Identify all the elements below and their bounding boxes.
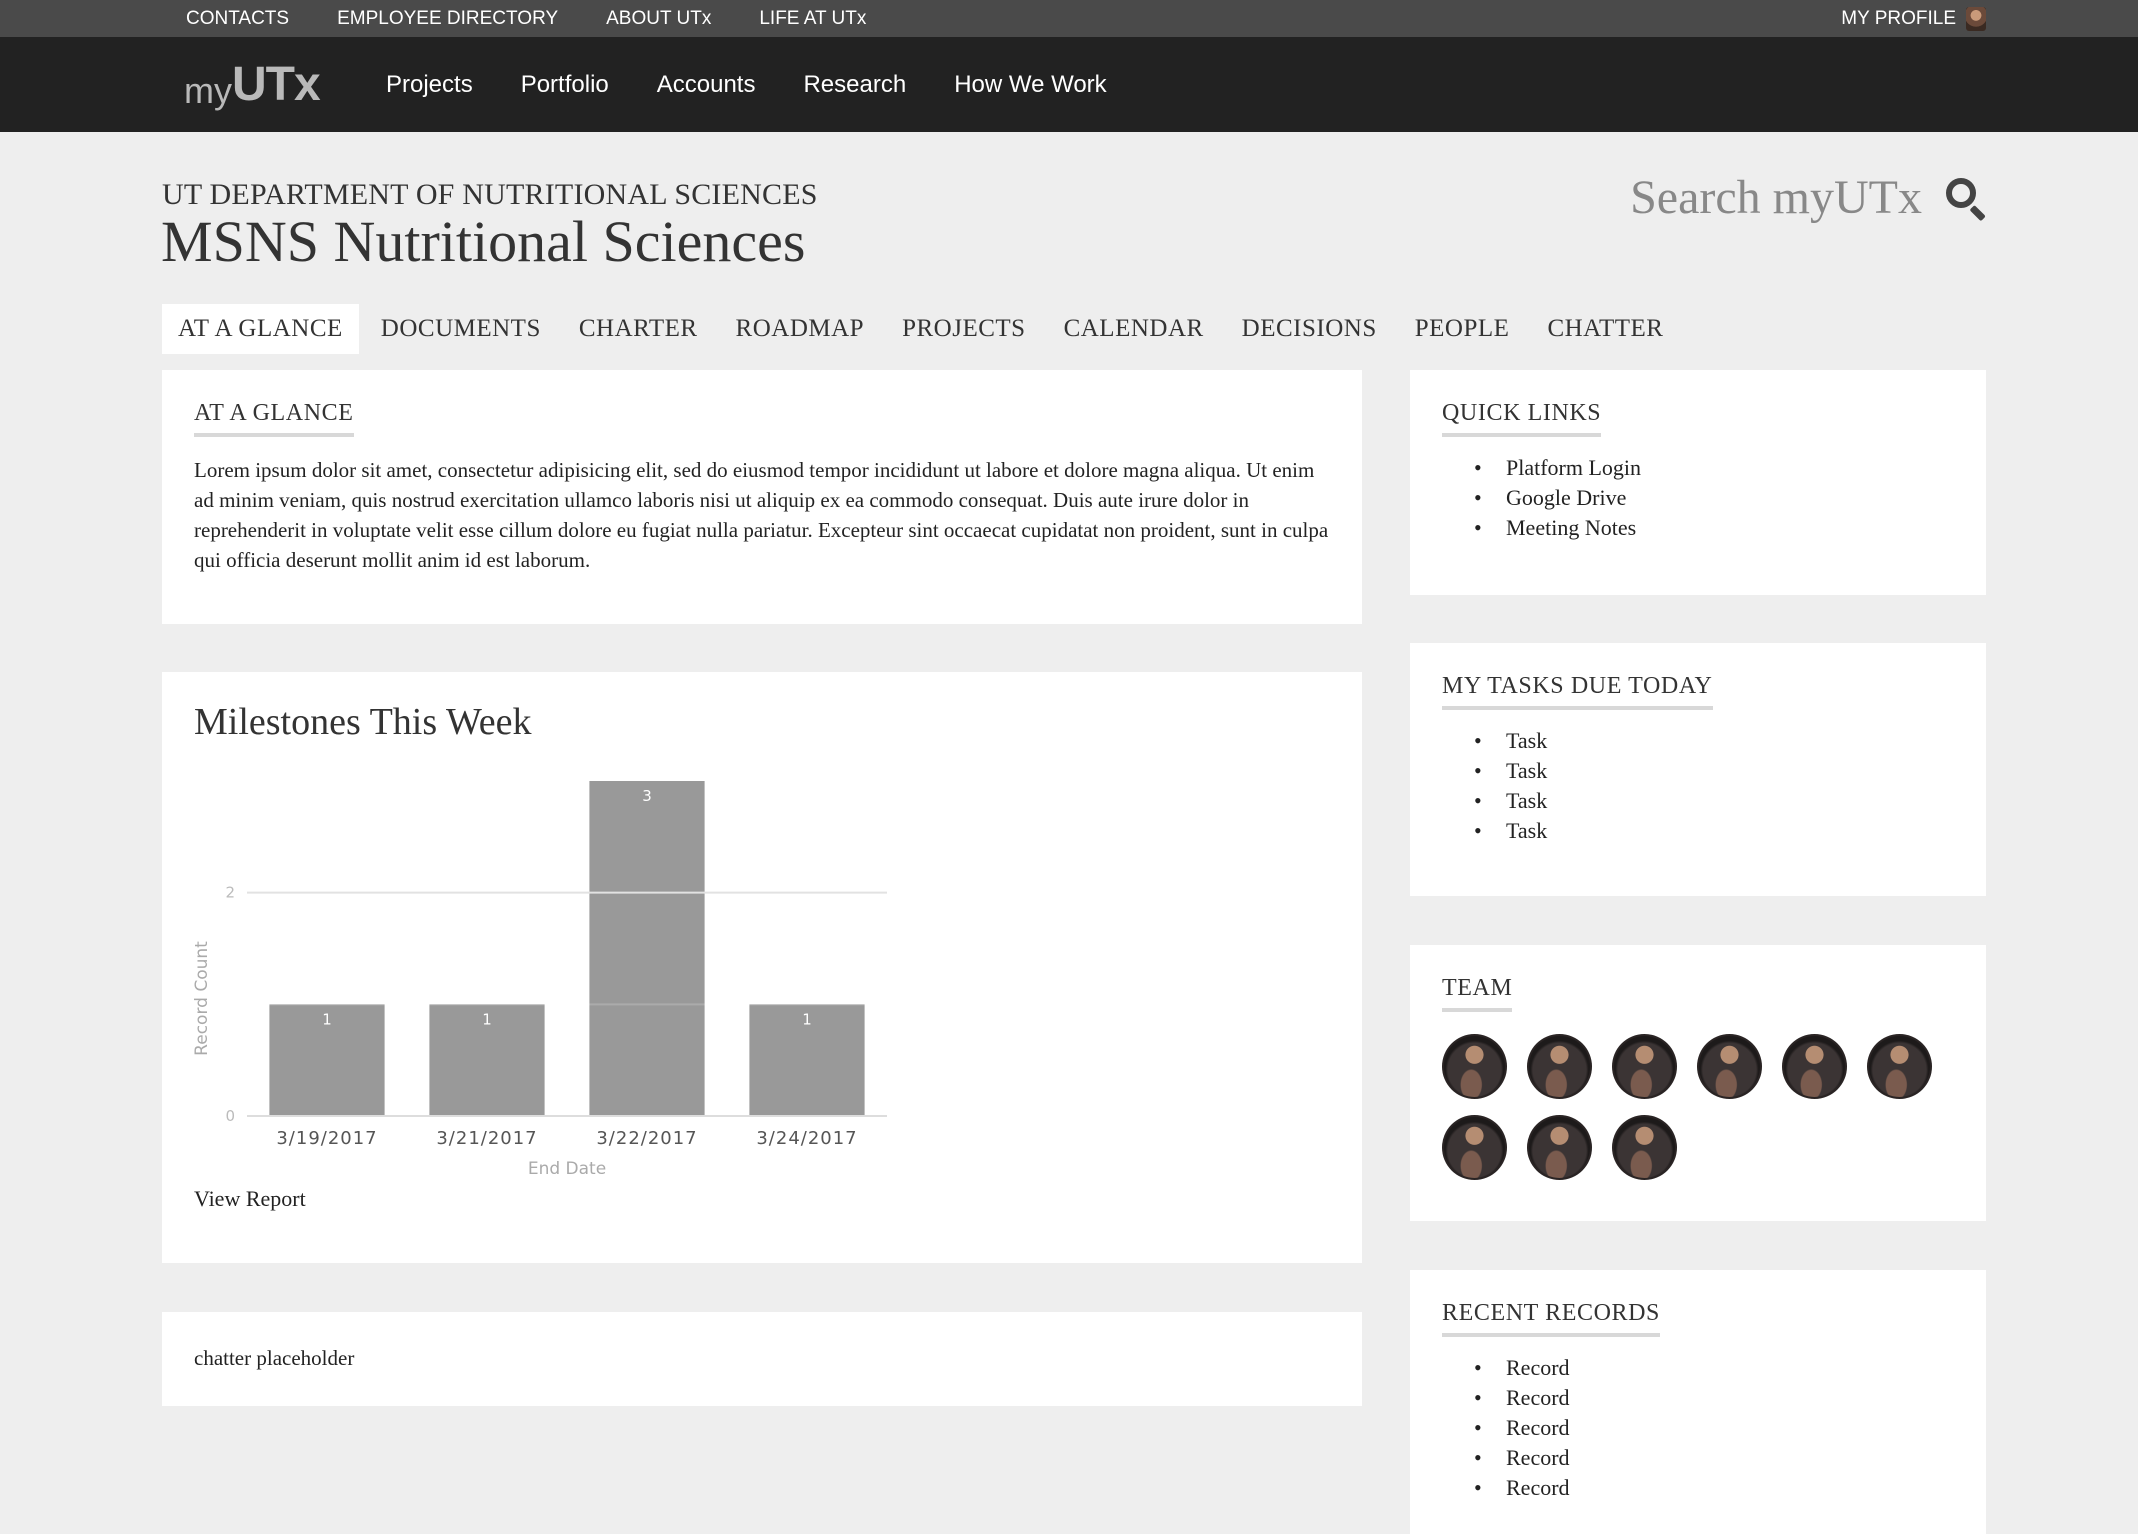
chart-x-tick-label: 3/21/2017 <box>436 1128 537 1149</box>
chart-x-tick-label: 3/22/2017 <box>596 1128 697 1149</box>
chart-y-axis-label: Record Count <box>192 941 212 1056</box>
team-avatars <box>1442 1034 1962 1196</box>
record-item[interactable]: Record <box>1474 1383 1954 1413</box>
utility-link-about[interactable]: ABOUT UTx <box>606 8 711 30</box>
task-item[interactable]: Task <box>1474 816 1954 846</box>
team-heading: TEAM <box>1442 975 1513 1012</box>
chart-x-tick-label: 3/19/2017 <box>276 1128 377 1149</box>
nav-how-we-work[interactable]: How We Work <box>954 71 1106 99</box>
tab-decisions[interactable]: DECISIONS <box>1226 304 1393 354</box>
search-label: Search myUTx <box>1630 171 1922 224</box>
quick-links-heading: QUICK LINKS <box>1442 400 1602 437</box>
at-a-glance-heading: AT A GLANCE <box>194 400 354 437</box>
tab-roadmap[interactable]: ROADMAP <box>720 304 881 354</box>
team-member-avatar[interactable] <box>1442 1115 1507 1180</box>
chatter-card: chatter placeholder <box>162 1312 1362 1406</box>
team-member-avatar[interactable] <box>1612 1115 1677 1180</box>
profile-avatar <box>1966 6 1986 31</box>
task-item[interactable]: Task <box>1474 726 1954 756</box>
recent-records-heading: RECENT RECORDS <box>1442 1300 1660 1337</box>
nav-accounts[interactable]: Accounts <box>657 71 756 99</box>
search-icon[interactable] <box>1944 176 1988 221</box>
main-nav: my UTx Projects Portfolio Accounts Resea… <box>0 37 2138 132</box>
tab-at-a-glance[interactable]: AT A GLANCE <box>162 304 359 354</box>
nav-portfolio[interactable]: Portfolio <box>521 71 609 99</box>
utility-link-employee-directory[interactable]: EMPLOYEE DIRECTORY <box>337 8 558 30</box>
record-item[interactable]: Record <box>1474 1473 1954 1503</box>
chart-y-tick-label: 0 <box>225 1107 235 1125</box>
chart-data-label: 1 <box>322 1010 332 1028</box>
department-label: UT DEPARTMENT OF NUTRITIONAL SCIENCES <box>162 178 818 211</box>
utility-bar: CONTACTS EMPLOYEE DIRECTORY ABOUT UTx LI… <box>0 0 2138 37</box>
chart-x-tick-label: 3/24/2017 <box>756 1128 857 1149</box>
record-item[interactable]: Record <box>1474 1443 1954 1473</box>
team-member-avatar[interactable] <box>1527 1115 1592 1180</box>
my-profile-link[interactable]: MY PROFILE <box>1841 0 1986 37</box>
tasks-list: Task Task Task Task <box>1442 726 1954 846</box>
chart-data-label: 1 <box>482 1010 492 1028</box>
nav-projects[interactable]: Projects <box>386 71 473 99</box>
tab-charter[interactable]: CHARTER <box>563 304 714 354</box>
tab-chatter[interactable]: CHATTER <box>1531 304 1679 354</box>
team-card: TEAM <box>1410 945 1986 1221</box>
quick-links-card: QUICK LINKS Platform Login Google Drive … <box>1410 370 1986 595</box>
nav-research[interactable]: Research <box>803 71 906 99</box>
logo-my: my <box>184 70 232 111</box>
logo-utx: UTx <box>232 58 321 111</box>
tab-documents[interactable]: DOCUMENTS <box>365 304 557 354</box>
quick-links-list: Platform Login Google Drive Meeting Note… <box>1442 453 1954 543</box>
quick-link-platform-login[interactable]: Platform Login <box>1474 453 1954 483</box>
record-item[interactable]: Record <box>1474 1353 1954 1383</box>
chatter-placeholder: chatter placeholder <box>194 1346 355 1370</box>
milestones-card: Milestones This Week 1 3/19/2017 1 3/21/201… <box>162 672 1362 1263</box>
tab-projects[interactable]: PROJECTS <box>886 304 1041 354</box>
chart-data-label: 1 <box>802 1010 812 1028</box>
chart-data-label: 3 <box>642 787 652 805</box>
record-item[interactable]: Record <box>1474 1413 1954 1443</box>
quick-link-meeting-notes[interactable]: Meeting Notes <box>1474 513 1954 543</box>
section-tabs: AT A GLANCE DOCUMENTS CHARTER ROADMAP PR… <box>162 304 1685 354</box>
team-member-avatar[interactable] <box>1867 1034 1932 1099</box>
my-profile-label: MY PROFILE <box>1841 7 1956 29</box>
tab-people[interactable]: PEOPLE <box>1399 304 1526 354</box>
at-a-glance-card: AT A GLANCE Lorem ipsum dolor sit amet, … <box>162 370 1362 624</box>
main-nav-links: Projects Portfolio Accounts Research How… <box>386 37 1155 132</box>
tab-calendar[interactable]: CALENDAR <box>1048 304 1220 354</box>
tasks-heading: MY TASKS DUE TODAY <box>1442 673 1713 710</box>
task-item[interactable]: Task <box>1474 756 1954 786</box>
milestones-chart: 1 3/19/2017 1 3/21/2017 3 3/22/2017 1 3/24/2017… <box>192 781 887 1179</box>
chart-bar <box>589 781 705 1116</box>
chart-y-tick-label: 2 <box>225 884 235 902</box>
team-member-avatar[interactable] <box>1442 1034 1507 1099</box>
view-report-link[interactable]: View Report <box>194 1186 306 1212</box>
chart-x-axis-label: End Date <box>528 1159 606 1179</box>
team-member-avatar[interactable] <box>1782 1034 1847 1099</box>
quick-link-google-drive[interactable]: Google Drive <box>1474 483 1954 513</box>
recent-records-list: Record Record Record Record Record <box>1442 1353 1954 1503</box>
utility-links: CONTACTS EMPLOYEE DIRECTORY ABOUT UTx LI… <box>186 0 914 37</box>
team-member-avatar[interactable] <box>1527 1034 1592 1099</box>
tasks-card: MY TASKS DUE TODAY Task Task Task Task <box>1410 643 1986 896</box>
recent-records-card: RECENT RECORDS Record Record Record Reco… <box>1410 1270 1986 1534</box>
team-member-avatar[interactable] <box>1697 1034 1762 1099</box>
page-title: MSNS Nutritional Sciences <box>161 209 806 274</box>
search-control[interactable]: Search myUTx <box>1630 170 1988 225</box>
task-item[interactable]: Task <box>1474 786 1954 816</box>
team-member-avatar[interactable] <box>1612 1034 1677 1099</box>
utility-link-life-at-utx[interactable]: LIFE AT UTx <box>759 8 866 30</box>
at-a-glance-text: Lorem ipsum dolor sit amet, consectetur … <box>194 458 1329 572</box>
myutx-logo[interactable]: my UTx <box>184 58 321 111</box>
utility-link-contacts[interactable]: CONTACTS <box>186 8 289 30</box>
